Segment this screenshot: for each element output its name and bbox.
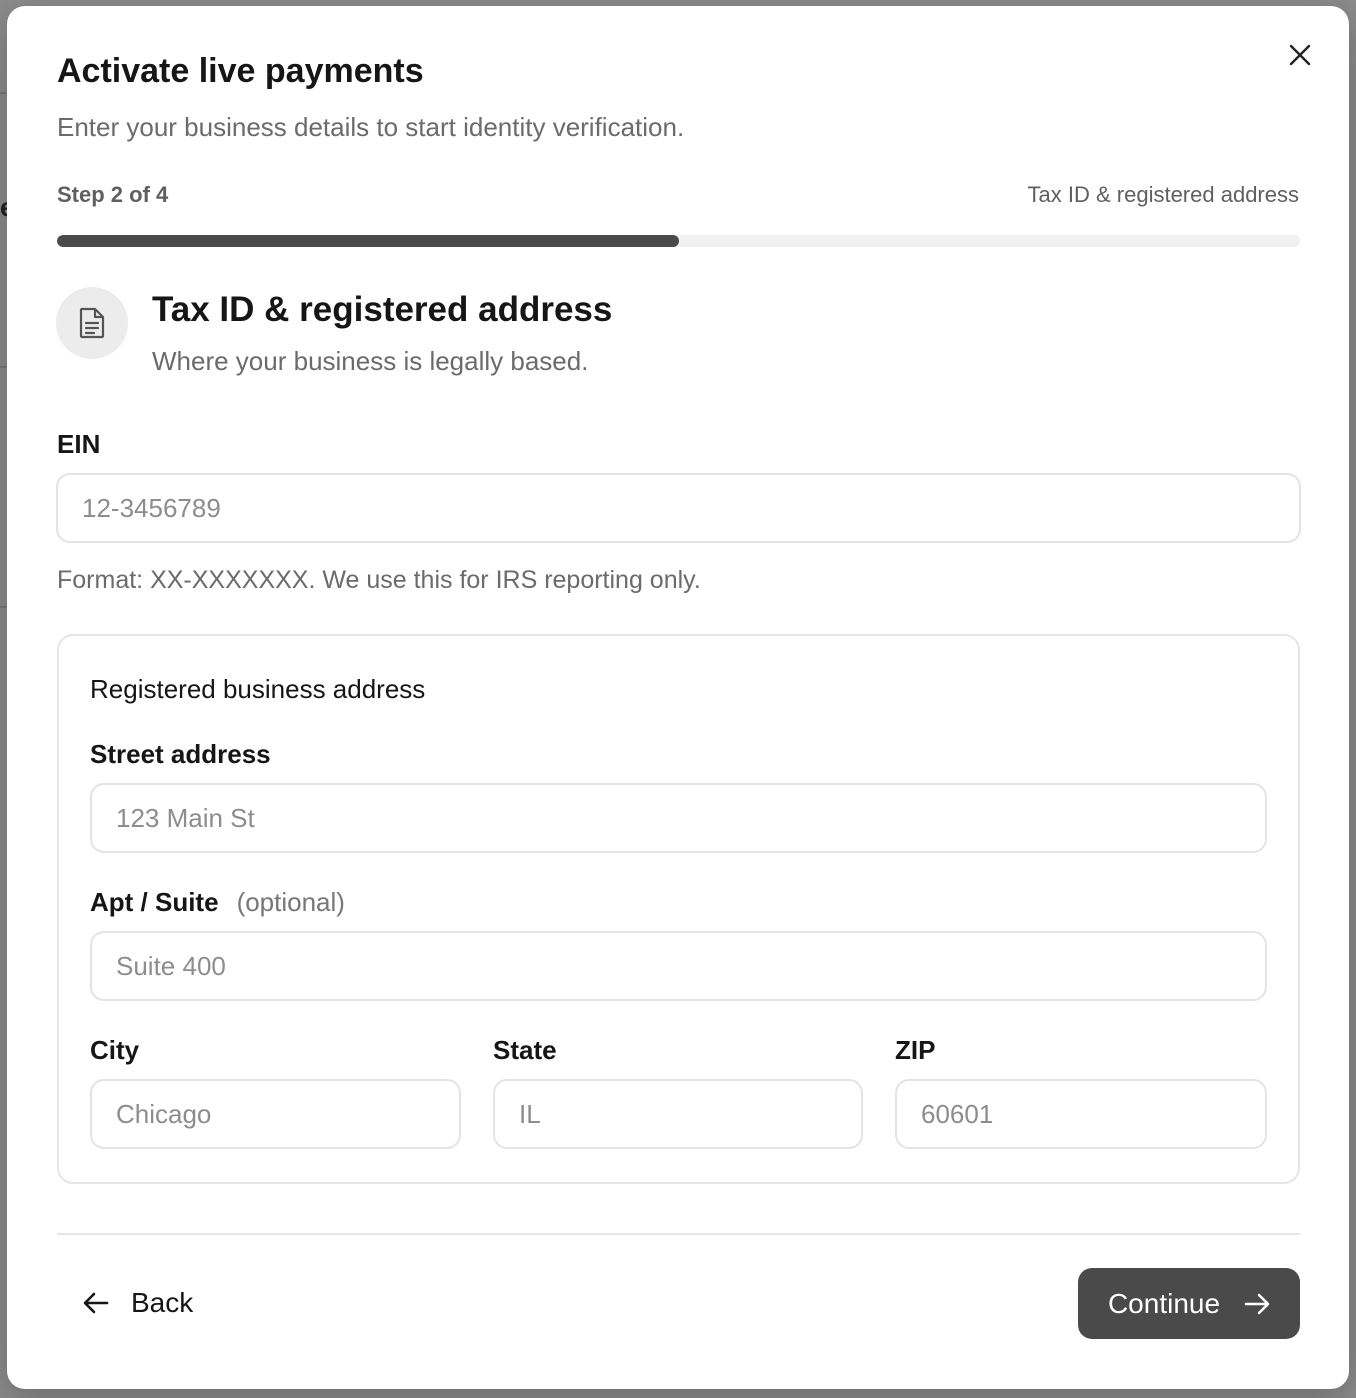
section-title: Tax ID & registered address: [152, 290, 613, 329]
apt-input[interactable]: [90, 931, 1267, 1001]
zip-label: ZIP: [895, 1035, 936, 1065]
section-description: Where your business is legally based.: [152, 346, 589, 376]
back-button-label: Back: [131, 1287, 194, 1318]
footer-divider: [57, 1233, 1300, 1235]
state-input[interactable]: [493, 1079, 863, 1149]
progress-fill: [57, 235, 679, 247]
document-icon: [79, 307, 105, 339]
state-label: State: [493, 1035, 557, 1065]
ein-help-text: Format: XX-XXXXXXX. We use this for IRS …: [57, 566, 701, 594]
progress-bar: [57, 235, 1300, 247]
step-name: Tax ID & registered address: [1027, 182, 1299, 207]
section-icon-badge: [56, 287, 128, 359]
dialog-title: Activate live payments: [57, 52, 424, 90]
zip-input[interactable]: [895, 1079, 1267, 1149]
activate-payments-dialog: Activate live payments Enter your busine…: [7, 6, 1349, 1389]
back-button[interactable]: Back: [63, 1270, 213, 1336]
city-label: City: [90, 1035, 140, 1065]
continue-button-label: Continue: [1107, 1287, 1221, 1319]
close-button[interactable]: [1283, 38, 1317, 72]
apt-label-text: Apt / Suite: [90, 887, 219, 917]
dialog-subtitle: Enter your business details to start ide…: [57, 112, 685, 142]
continue-button[interactable]: Continue: [1078, 1268, 1300, 1339]
arrow-right-icon: [1244, 1293, 1270, 1314]
arrow-left-icon: [83, 1292, 109, 1314]
apt-label: Apt / Suite (optional): [90, 887, 345, 918]
ein-label: EIN: [57, 429, 101, 459]
city-input[interactable]: [90, 1079, 461, 1149]
address-card-title: Registered business address: [90, 674, 426, 704]
close-icon: [1289, 44, 1311, 66]
street-input[interactable]: [90, 783, 1267, 853]
ein-input[interactable]: [56, 473, 1301, 543]
street-label: Street address: [90, 739, 271, 769]
step-counter: Step 2 of 4: [57, 182, 169, 207]
optional-tag: (optional): [236, 887, 345, 917]
